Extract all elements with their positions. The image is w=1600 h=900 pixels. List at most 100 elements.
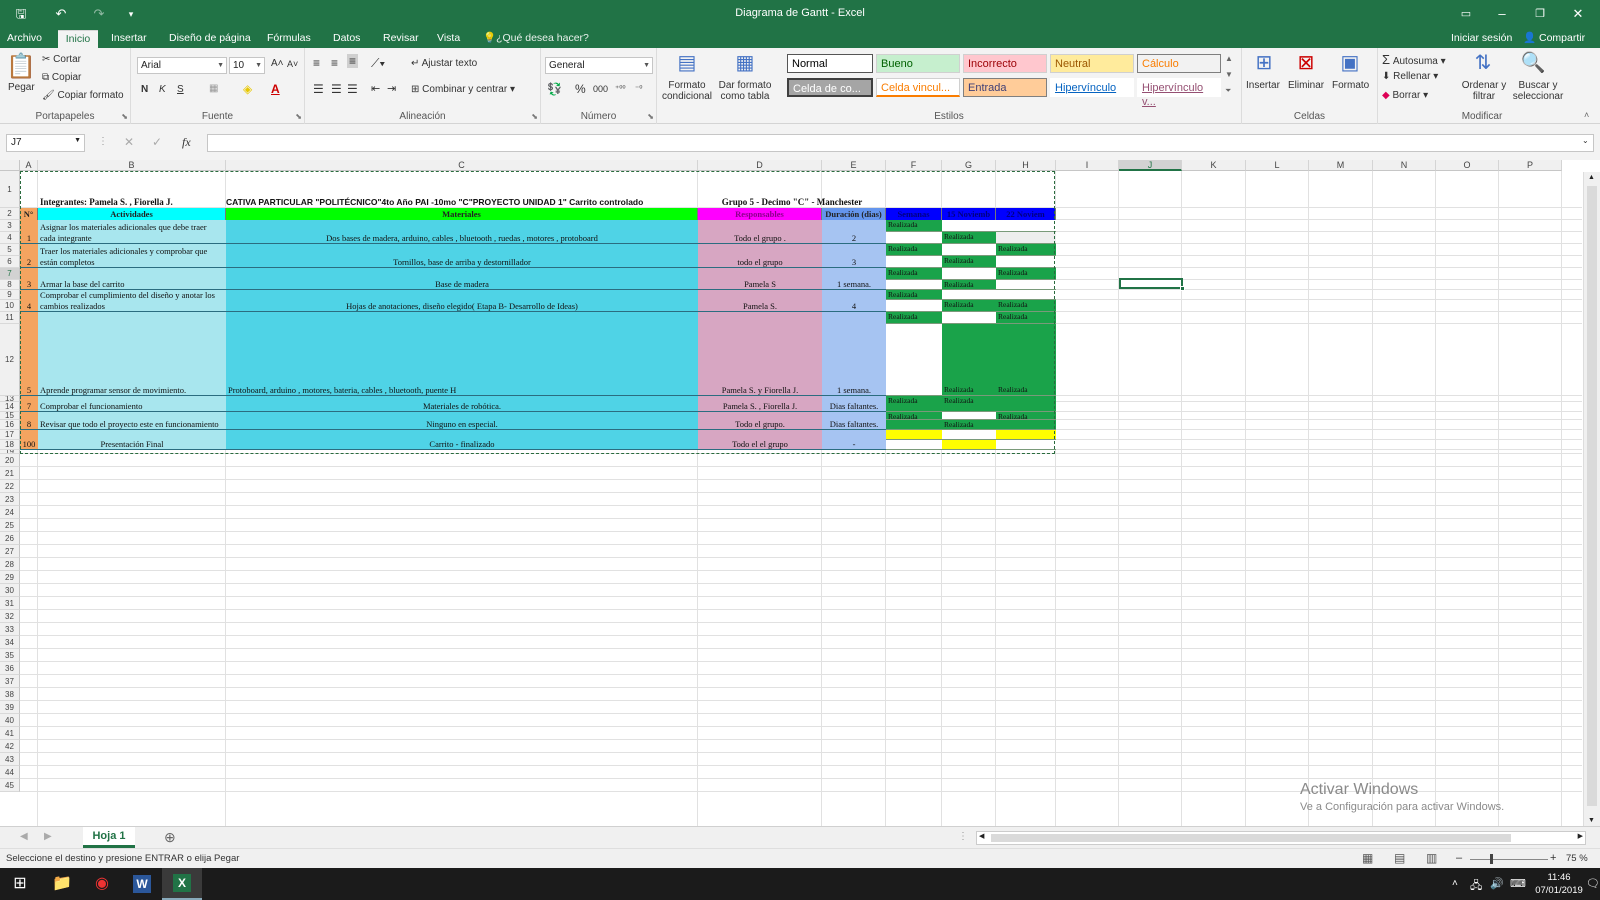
column-header-j[interactable]: J [1119,160,1182,171]
column-header-l[interactable]: L [1246,160,1309,171]
row-header-44[interactable]: 44 [0,766,20,779]
row-header-24[interactable]: 24 [0,506,20,519]
row-header-9[interactable]: 9 [0,290,20,300]
row-header-41[interactable]: 41 [0,727,20,740]
style-normal[interactable]: Normal [787,54,873,73]
format-as-table-icon[interactable]: ▦ [725,50,765,75]
scroll-down-icon[interactable]: ▼ [1588,817,1595,824]
column-header-c[interactable]: C [226,160,698,171]
indent-decrease-icon[interactable]: ⇤ [371,82,380,95]
dialog-launcher-icon[interactable]: ⬊ [531,112,538,121]
thousands-icon[interactable]: 000 [593,84,608,94]
column-header-h[interactable]: H [996,160,1056,171]
autosum-button[interactable]: Σ Autosuma ▾ [1382,52,1446,67]
copy-button[interactable]: ⧉ Copiar [42,72,81,83]
bold-button[interactable]: N [141,84,148,95]
column-header-i[interactable]: I [1056,160,1119,171]
style-entrada[interactable]: Entrada [963,78,1047,97]
insert-cells-button[interactable]: Insertar [1246,80,1280,91]
row-header-20[interactable]: 20 [0,454,20,467]
conditional-format-icon[interactable]: ▤ [667,50,707,75]
row-header-45[interactable]: 45 [0,779,20,792]
column-header-a[interactable]: A [20,160,38,171]
excel-taskbar-icon[interactable]: X [162,868,202,900]
share-button[interactable]: 👤 Compartir [1520,30,1588,48]
restore-icon[interactable]: ❐ [1528,3,1552,25]
clear-button[interactable]: ◆ Borrar ▾ [1382,90,1428,101]
scroll-tabs-right-icon[interactable]: ▶ [44,831,52,842]
sort-filter-icon[interactable]: ⇅ [1468,50,1498,75]
row-header-6[interactable]: 6 [0,256,20,268]
row-header-35[interactable]: 35 [0,649,20,662]
conditional-format-button[interactable]: Formato condicional [661,80,713,102]
cut-button[interactable]: ✂ Cortar [42,54,81,65]
currency-icon[interactable]: 💱 [547,82,562,96]
borders-icon[interactable]: ▦ [209,83,218,94]
row-header-38[interactable]: 38 [0,688,20,701]
tab-diseno[interactable]: Diseño de página [166,30,254,48]
fill-handle[interactable] [1180,286,1185,291]
style-celda-control[interactable]: Celda de co... [787,78,873,97]
fill-button[interactable]: ⬇ Rellenar ▾ [1382,71,1438,82]
enter-icon[interactable]: ✓ [152,135,162,149]
paste-button[interactable]: Pegar [8,82,35,93]
insert-function-icon[interactable]: fx [182,135,191,150]
collapse-ribbon-icon[interactable]: ˄ [1584,110,1589,120]
splitter-icon[interactable]: ⋮ [98,136,108,147]
vertical-scroll-thumb[interactable] [1587,186,1597,806]
row-header-5[interactable]: 5 [0,244,20,256]
vertical-scrollbar[interactable]: ▲ ▼ [1583,172,1600,826]
delete-cells-button[interactable]: Eliminar [1288,80,1324,91]
horizontal-scroll-thumb[interactable] [991,834,1511,842]
dialog-launcher-icon[interactable]: ⬊ [295,112,302,121]
column-header-b[interactable]: B [38,160,226,171]
tab-formulas[interactable]: Fórmulas [264,30,314,48]
font-size-select[interactable]: 10 ▼ [229,57,265,74]
tab-insertar[interactable]: Insertar [108,30,150,48]
scroll-tabs-left-icon[interactable]: ◀ [20,831,28,842]
paste-icon[interactable]: 📋 [6,52,36,81]
wrap-text-button[interactable]: ↵ Ajustar texto [411,58,477,69]
page-break-icon[interactable]: ▥ [1426,851,1437,865]
align-left-icon[interactable]: ☰ [313,82,324,96]
percent-icon[interactable]: % [575,82,586,96]
scroll-left-icon[interactable]: ◀ [979,832,984,840]
selected-cell-j7[interactable] [1119,278,1183,289]
signin-link[interactable]: Iniciar sesión [1448,30,1515,48]
column-header-m[interactable]: M [1309,160,1373,171]
select-all-corner[interactable] [0,160,20,171]
normal-view-icon[interactable]: ▦ [1362,851,1373,865]
notifications-icon[interactable]: 🗨 [1586,877,1600,890]
sort-filter-button[interactable]: Ordenar y filtrar [1460,80,1508,102]
page-layout-icon[interactable]: ▤ [1394,851,1405,865]
tab-vista[interactable]: Vista [434,30,463,48]
chrome-icon[interactable]: ◉ [82,868,122,900]
format-cells-button[interactable]: Formato [1332,80,1369,91]
row-header-3[interactable]: 3 [0,220,20,232]
delete-cells-icon[interactable]: ⊠ [1290,50,1322,75]
row-header-28[interactable]: 28 [0,558,20,571]
font-color-icon[interactable]: A [271,82,280,96]
volume-icon[interactable]: 🔊 [1490,877,1504,890]
show-hidden-icons-icon[interactable]: ˄ [1452,878,1458,889]
name-box[interactable]: J7 ▼ [6,134,85,152]
style-hipervinculo-visitado[interactable]: Hipervínculo v... [1137,78,1221,108]
column-header-e[interactable]: E [822,160,886,171]
italic-button[interactable]: K [159,84,166,95]
font-name-select[interactable]: Arial ▼ [137,57,227,74]
indent-increase-icon[interactable]: ⇥ [387,82,396,95]
system-clock[interactable]: 11:46 07/01/2019 [1534,871,1584,897]
ribbon-display-icon[interactable]: ▭ [1454,3,1478,25]
align-middle-icon[interactable]: ≡ [331,56,338,70]
styles-scroll-down-icon[interactable]: ▼ [1225,70,1233,79]
styles-scroll-up-icon[interactable]: ▲ [1225,54,1233,63]
row-header-40[interactable]: 40 [0,714,20,727]
cancel-icon[interactable]: ✕ [124,135,134,149]
row-header-4[interactable]: 4 [0,232,20,244]
scroll-up-icon[interactable]: ▲ [1588,174,1595,181]
zoom-in-icon[interactable]: + [1550,852,1556,864]
style-neutral[interactable]: Neutral [1050,54,1134,73]
number-format-select[interactable]: General ▼ [545,57,653,74]
worksheet-grid[interactable]: ABCDEFGHIJKLMNOP 1 2 3 4 5 6 7 8 9 10 11 12 13 14 15 16… [0,160,1600,826]
style-bueno[interactable]: Bueno [876,54,960,73]
